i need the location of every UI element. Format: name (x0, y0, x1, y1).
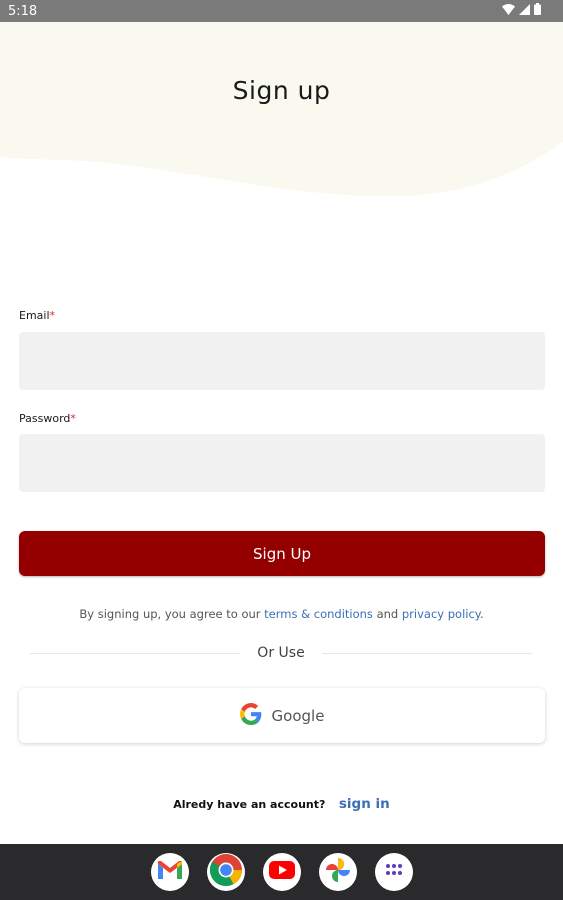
password-label: Password* (19, 412, 76, 425)
terms-prefix: By signing up, you agree to our (79, 607, 265, 621)
youtube-icon (269, 860, 295, 884)
app-drawer[interactable] (375, 853, 413, 891)
password-required-mark: * (70, 412, 76, 425)
have-account-question: Alredy have an account? (173, 798, 326, 811)
gmail-app[interactable] (151, 853, 189, 891)
password-label-text: Password (19, 412, 71, 425)
password-field[interactable] (19, 434, 545, 492)
photos-app[interactable] (319, 853, 357, 891)
signup-screen: 5:18 Sign up Email* Password* Sign Up By… (0, 0, 563, 900)
google-icon (239, 703, 262, 728)
sign-in-link[interactable]: sign in (339, 796, 390, 812)
privacy-link[interactable]: privacy policy (402, 607, 480, 621)
divider-left (30, 653, 240, 654)
or-use-label: Or Use (257, 645, 305, 661)
app-drawer-icon (385, 863, 403, 882)
terms-text: By signing up, you agree to our terms & … (0, 607, 563, 621)
terms-suffix: . (479, 607, 484, 621)
cellular-signal-icon (519, 2, 530, 20)
battery-icon (534, 2, 541, 20)
chrome-app[interactable] (207, 853, 245, 891)
terms-link[interactable]: terms & conditions (264, 607, 373, 621)
page-title: Sign up (232, 76, 331, 105)
google-button-label: Google (271, 706, 325, 725)
status-bar: 5:18 (0, 0, 563, 22)
email-label-text: Email (19, 309, 50, 322)
chrome-icon (209, 853, 243, 892)
terms-middle: and (372, 607, 402, 621)
divider-right (322, 653, 532, 654)
email-required-mark: * (49, 309, 56, 322)
google-sign-in-button[interactable]: Google (19, 688, 545, 743)
email-label: Email* (19, 309, 55, 322)
app-dock (0, 844, 563, 900)
photos-icon (324, 856, 352, 889)
wifi-icon (502, 2, 515, 20)
sign-up-button[interactable]: Sign Up (19, 531, 545, 576)
gmail-icon (158, 860, 182, 884)
youtube-app[interactable] (263, 853, 301, 891)
sign-in-row: Alredy have an account? sign in (0, 796, 563, 812)
email-field[interactable] (19, 332, 545, 390)
status-time: 5:18 (8, 4, 38, 19)
header-wave (0, 22, 563, 197)
status-icons (502, 2, 541, 20)
